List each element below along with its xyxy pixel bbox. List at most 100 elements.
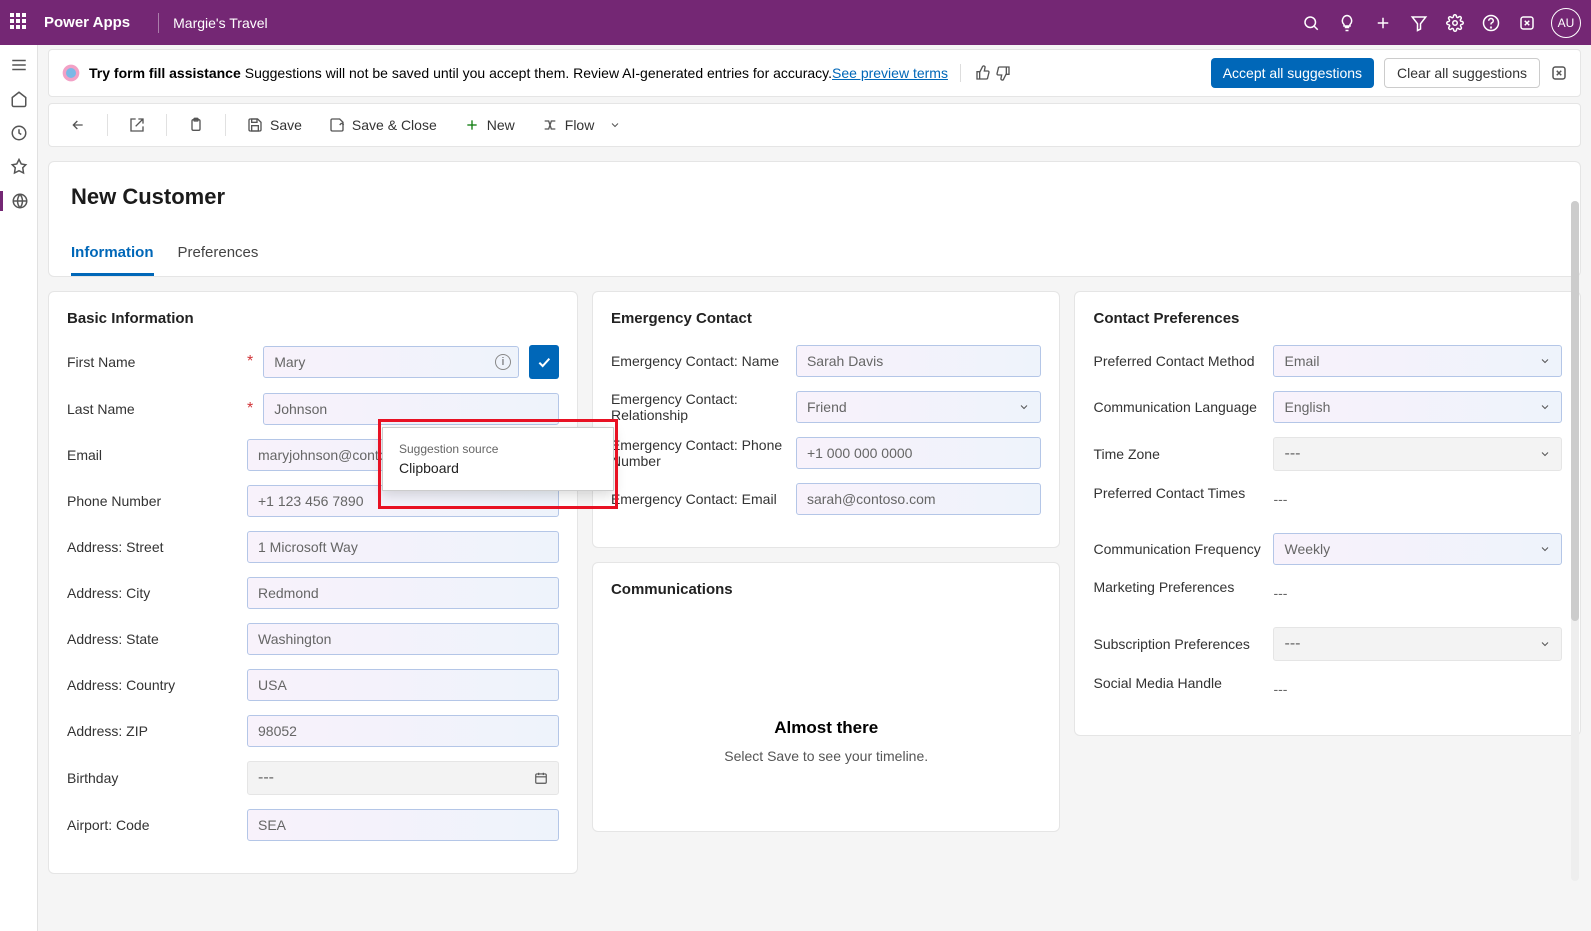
copilot-header-icon[interactable] — [1509, 5, 1545, 41]
pref-timezone-select[interactable]: --- — [1273, 437, 1562, 471]
ec-phone-input[interactable] — [796, 437, 1042, 469]
pref-language-label: Communication Language — [1093, 399, 1256, 415]
global-header: Power Apps Margie's Travel AU — [0, 0, 1591, 45]
data-entity-icon[interactable] — [0, 191, 38, 211]
tab-preferences[interactable]: Preferences — [178, 244, 259, 276]
street-input[interactable] — [247, 531, 559, 563]
recent-icon[interactable] — [9, 123, 29, 143]
last-name-input[interactable] — [263, 393, 559, 425]
copilot-icon — [61, 63, 81, 83]
help-icon[interactable] — [1473, 5, 1509, 41]
pin-icon[interactable] — [9, 157, 29, 177]
pref-times-value[interactable]: --- — [1273, 485, 1562, 513]
email-label: Email — [67, 447, 102, 463]
pref-timezone-label: Time Zone — [1093, 446, 1159, 462]
country-input[interactable] — [247, 669, 559, 701]
form-fill-info-bar: Try form fill assistance Suggestions wil… — [48, 49, 1581, 97]
save-close-button[interactable]: Save & Close — [318, 112, 447, 138]
form-assist-button[interactable] — [177, 112, 215, 138]
copilot-panel-icon[interactable] — [1550, 64, 1568, 82]
ec-email-label: Emergency Contact: Email — [611, 491, 777, 507]
header-divider — [158, 13, 159, 33]
pref-marketing-value[interactable]: --- — [1273, 579, 1562, 607]
communications-text: Select Save to see your timeline. — [611, 748, 1042, 764]
plus-icon — [463, 116, 481, 134]
ec-relationship-label: Emergency Contact: Relationship — [611, 391, 786, 423]
thumbs-up-icon[interactable] — [973, 65, 993, 81]
add-icon[interactable] — [1365, 5, 1401, 41]
basic-info-title: Basic Information — [67, 310, 559, 327]
save-button[interactable]: Save — [236, 112, 312, 138]
pref-social-label: Social Media Handle — [1093, 675, 1221, 691]
pref-subscription-label: Subscription Preferences — [1093, 636, 1249, 652]
street-label: Address: Street — [67, 539, 164, 555]
pref-social-value[interactable]: --- — [1273, 675, 1562, 703]
contact-preferences-panel: Contact Preferences Preferred Contact Me… — [1074, 291, 1581, 736]
calendar-icon[interactable] — [534, 771, 548, 785]
state-input[interactable] — [247, 623, 559, 655]
pref-language-select[interactable]: English — [1273, 391, 1562, 423]
emergency-title: Emergency Contact — [611, 310, 1042, 327]
page-title: New Customer — [71, 184, 1558, 210]
preview-terms-link[interactable]: See preview terms — [832, 65, 948, 81]
chevron-down-icon — [606, 116, 624, 134]
pref-method-label: Preferred Contact Method — [1093, 353, 1254, 369]
ec-name-input[interactable] — [796, 345, 1042, 377]
ec-phone-label: Emergency Contact: Phone Number — [611, 437, 786, 469]
home-icon[interactable] — [9, 89, 29, 109]
flow-button[interactable]: Flow — [531, 112, 635, 138]
state-label: Address: State — [67, 631, 159, 647]
command-bar: Save Save & Close New Flow — [48, 103, 1581, 147]
scrollbar[interactable] — [1571, 201, 1579, 881]
prefs-title: Contact Preferences — [1093, 310, 1562, 327]
ec-name-label: Emergency Contact: Name — [611, 353, 779, 369]
ec-email-input[interactable] — [796, 483, 1042, 515]
birthday-input[interactable]: --- — [247, 761, 559, 795]
callout-label: Suggestion source — [399, 442, 597, 456]
communications-panel: Communications Almost there Select Save … — [592, 562, 1061, 832]
thumbs-down-icon[interactable] — [993, 65, 1013, 81]
open-in-new-button[interactable] — [118, 112, 156, 138]
main-content: Try form fill assistance Suggestions wil… — [38, 45, 1591, 931]
info-bar-text: Suggestions will not be saved until you … — [245, 65, 832, 81]
pref-subscription-select[interactable]: --- — [1273, 627, 1562, 661]
user-avatar[interactable]: AU — [1551, 8, 1581, 38]
filter-icon[interactable] — [1401, 5, 1437, 41]
new-button[interactable]: New — [453, 112, 525, 138]
pref-frequency-label: Communication Frequency — [1093, 541, 1260, 557]
settings-gear-icon[interactable] — [1437, 5, 1473, 41]
back-arrow-icon — [69, 116, 87, 134]
communications-heading: Almost there — [611, 718, 1042, 738]
back-button[interactable] — [59, 112, 97, 138]
info-bar-prefix: Try form fill assistance — [89, 65, 241, 81]
pref-marketing-label: Marketing Preferences — [1093, 579, 1234, 595]
page-header-card: New Customer Information Preferences — [48, 161, 1581, 277]
app-launcher-icon[interactable] — [10, 13, 30, 33]
last-name-label: Last Name — [67, 401, 135, 417]
city-input[interactable] — [247, 577, 559, 609]
accept-all-button[interactable]: Accept all suggestions — [1211, 58, 1374, 88]
city-label: Address: City — [67, 585, 150, 601]
popout-icon — [128, 116, 146, 134]
app-name: Power Apps — [44, 14, 130, 31]
scrollbar-thumb[interactable] — [1571, 201, 1579, 621]
search-icon[interactable] — [1293, 5, 1329, 41]
ec-relationship-select[interactable]: Friend — [796, 391, 1042, 423]
first-name-input[interactable] — [263, 346, 519, 378]
emergency-contact-panel: Emergency Contact Emergency Contact: Nam… — [592, 291, 1061, 548]
tab-information[interactable]: Information — [71, 244, 154, 276]
country-label: Address: Country — [67, 677, 175, 693]
suggestion-source-callout: Suggestion source Clipboard — [382, 427, 614, 491]
info-icon[interactable]: i — [495, 354, 511, 370]
clear-all-button[interactable]: Clear all suggestions — [1384, 58, 1540, 88]
environment-name[interactable]: Margie's Travel — [173, 15, 267, 31]
pref-times-label: Preferred Contact Times — [1093, 485, 1245, 501]
pref-method-select[interactable]: Email — [1273, 345, 1562, 377]
zip-input[interactable] — [247, 715, 559, 747]
accept-suggestion-button[interactable] — [529, 345, 559, 379]
lightbulb-icon[interactable] — [1329, 5, 1365, 41]
airport-input[interactable] — [247, 809, 559, 841]
pref-frequency-select[interactable]: Weekly — [1273, 533, 1562, 565]
zip-label: Address: ZIP — [67, 723, 148, 739]
hamburger-icon[interactable] — [9, 55, 29, 75]
